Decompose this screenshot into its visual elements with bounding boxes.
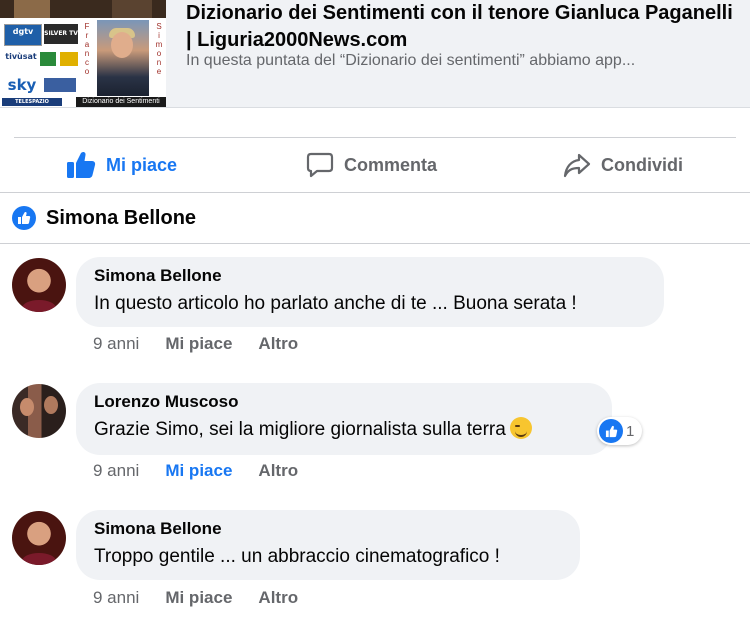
like-badge-icon — [12, 206, 36, 230]
divider — [14, 137, 736, 138]
avatar[interactable] — [12, 258, 66, 312]
logo-tile-blue — [44, 78, 76, 92]
comment-actions: 9 anni Mi piace Altro — [93, 588, 324, 608]
comment-label: Commenta — [344, 154, 438, 175]
thumbnail-top-photo — [0, 0, 166, 18]
comment-text: Grazie Simo, sei la migliore giornalista… — [94, 417, 594, 443]
comment-text: Troppo gentile ... un abbraccio cinemato… — [94, 546, 500, 567]
comment-text-content: Grazie Simo, sei la migliore giornalista… — [94, 419, 506, 440]
avatar[interactable] — [12, 511, 66, 565]
comment-time[interactable]: 9 anni — [93, 461, 139, 481]
comment-button[interactable]: Commenta — [306, 147, 437, 183]
preview-title[interactable]: Dizionario dei Sentimenti con il tenore … — [186, 0, 736, 54]
reaction-count: 1 — [626, 422, 635, 440]
comment-time[interactable]: 9 anni — [93, 588, 139, 608]
share-arrow-icon — [563, 153, 591, 178]
comment-text: In questo articolo ho parlato anche di t… — [94, 293, 577, 314]
like-button[interactable]: Mi piace — [66, 147, 177, 183]
comment-actions: 9 anni Mi piace Altro — [93, 334, 324, 354]
logo-tile-green — [40, 52, 56, 66]
preview-thumbnail: dgtv SILVER TV tivùsat sky TELESPAZIO Fr… — [0, 0, 166, 107]
like-label: Mi piace — [106, 154, 178, 175]
comment-bubble: Simona Bellone In questo articolo ho par… — [76, 257, 664, 327]
comment-more-button[interactable]: Altro — [258, 461, 298, 481]
thumbnail-side-text-right: Simone — [155, 22, 163, 76]
comment-author[interactable]: Simona Bellone — [94, 265, 646, 287]
share-label: Condividi — [601, 154, 683, 175]
preview-description: In questa puntata del “Dizionario dei se… — [186, 52, 636, 69]
comment-actions: 9 anni Mi piace Altro — [93, 461, 324, 481]
logo-sky: sky — [4, 76, 40, 94]
thumbnail-portrait — [97, 20, 149, 96]
thumbs-up-icon — [67, 151, 96, 178]
thumbnail-caption: Dizionario dei Sentimenti — [76, 97, 166, 107]
wink-emoji-icon — [509, 417, 532, 439]
comment-bubble: Lorenzo Muscoso Grazie Simo, sei la migl… — [76, 383, 612, 455]
comment-reaction-count[interactable]: 1 — [597, 417, 643, 445]
comment-like-button[interactable]: Mi piace — [165, 461, 232, 481]
logo-dgtv: dgtv — [4, 24, 42, 46]
comment-bubble: Simona Bellone Troppo gentile ... un abb… — [76, 510, 580, 580]
link-preview[interactable]: dgtv SILVER TV tivùsat sky TELESPAZIO Fr… — [0, 0, 750, 108]
comment-author[interactable]: Lorenzo Muscoso — [94, 391, 594, 413]
share-button[interactable]: Condividi — [563, 147, 683, 183]
divider — [0, 243, 750, 244]
logo-tivusat: tivùsat — [4, 50, 38, 64]
likers-row[interactable]: Simona Bellone — [12, 204, 196, 232]
comment-more-button[interactable]: Altro — [258, 334, 298, 354]
liker-name[interactable]: Simona Bellone — [46, 207, 196, 230]
thumbnail-side-text-left: Franco — [84, 22, 90, 76]
logo-silver-tv: SILVER TV — [44, 24, 78, 44]
divider — [0, 192, 750, 193]
comment-like-button[interactable]: Mi piace — [165, 334, 232, 354]
avatar[interactable] — [12, 384, 66, 438]
comment-like-button[interactable]: Mi piace — [165, 588, 232, 608]
speech-bubble-icon — [306, 152, 334, 178]
logo-telespazio: TELESPAZIO — [2, 98, 62, 106]
logo-tile-yellow — [60, 52, 78, 66]
comment-more-button[interactable]: Altro — [258, 588, 298, 608]
comment-time[interactable]: 9 anni — [93, 334, 139, 354]
like-reaction-icon — [599, 419, 623, 443]
comment-author[interactable]: Simona Bellone — [94, 518, 562, 540]
